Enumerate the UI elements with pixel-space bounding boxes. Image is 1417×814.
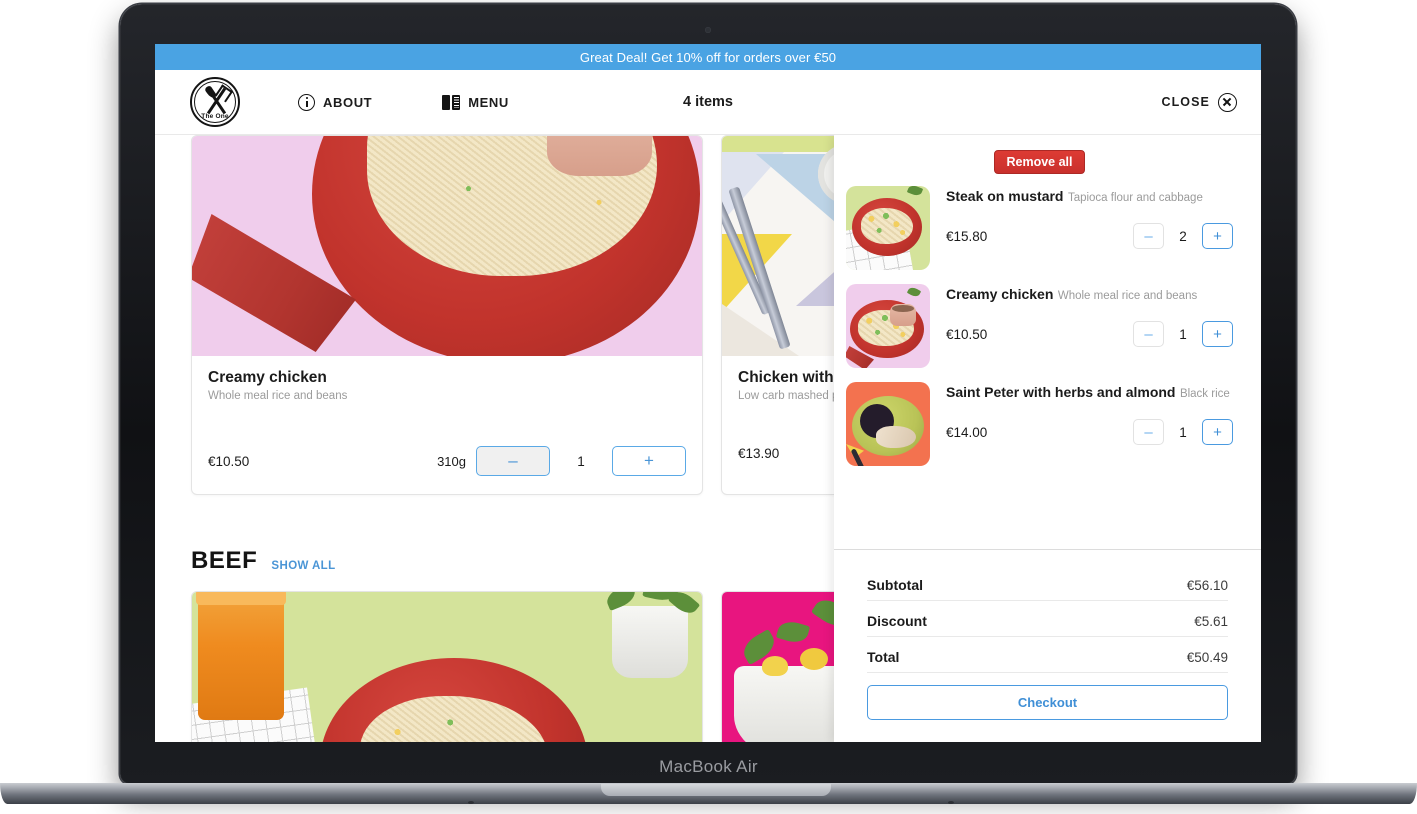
increase-quantity-button[interactable]: + [1202,321,1233,347]
cart-item-price: €14.00 [946,424,988,440]
dish-card[interactable] [191,591,703,742]
quantity-value: 1 [577,453,585,469]
dish-subtitle: Whole meal rice and beans [208,390,348,402]
cart-item-price: €15.80 [946,228,988,244]
browser-viewport: Great Deal! Get 10% off for orders over … [155,44,1261,742]
fish-shape [876,426,916,448]
quantity-value: 1 [1179,326,1187,342]
cart-item-stepper: – 1 + [1133,321,1233,347]
cart-item-stepper: – 2 + [1133,223,1233,249]
dish-price: €13.90 [738,446,780,461]
summary-row-total: Total €50.49 [867,649,1228,673]
cart-item-name: Saint Peter with herbs and almond [946,384,1176,400]
device-label: MacBook Air [659,757,758,776]
brand-logo-text: The One [201,113,229,120]
knife-icon [206,87,227,115]
cart-item[interactable]: Saint Peter with herbs and almond Black … [846,382,1233,466]
checkout-button[interactable]: Checkout [867,685,1228,720]
cart-item[interactable]: Creamy chicken Whole meal rice and beans… [846,284,1233,368]
promo-text: Great Deal! Get 10% off for orders over … [579,49,837,65]
brand-logo[interactable]: The One [190,77,240,127]
subtotal-label: Subtotal [867,577,923,593]
increase-quantity-button[interactable]: + [1202,419,1233,445]
total-value: €50.49 [1186,650,1228,665]
dish-title: Creamy chicken [208,369,327,386]
laptop-foot [948,801,954,804]
cart-item-description: Black rice [1179,388,1230,400]
dish-info: Creamy chicken Whole meal rice and beans [192,356,702,402]
cart-items-list[interactable]: Remove all Steak on mustard Tapioca flou… [834,135,1261,549]
fork-icon [206,87,227,115]
dish-card[interactable]: Creamy chicken Whole meal rice and beans… [191,135,703,495]
decrease-quantity-button[interactable]: – [1133,419,1164,445]
dish-photo-beef [192,592,702,742]
cart-summary: Subtotal €56.10 Discount €5.61 Total €50… [834,549,1261,742]
dish-footer: €10.50 310g – 1 + [192,446,702,494]
cart-item-price: €10.50 [946,326,988,342]
decrease-quantity-button[interactable]: – [476,446,550,476]
dish-weight: 310g [437,453,466,469]
quantity-value: 1 [1179,424,1187,440]
decrease-quantity-button[interactable]: – [1133,321,1164,347]
cart-item-name: Creamy chicken [946,286,1054,302]
discount-label: Discount [867,613,927,629]
dish-photo-creamy-chicken [192,136,702,356]
increase-quantity-button[interactable]: + [1202,223,1233,249]
cart-drawer: Remove all Steak on mustard Tapioca flou… [834,135,1261,742]
nav-item-about[interactable]: ABOUT [298,93,373,111]
show-all-link[interactable]: SHOW ALL [271,560,335,575]
subtotal-value: €56.10 [1186,578,1228,593]
nav-item-about-label: ABOUT [323,94,373,110]
flower-shape [800,648,828,670]
quantity-value: 2 [1179,228,1187,244]
laptop-foot [468,801,474,804]
increase-quantity-button[interactable]: + [612,446,686,476]
flower-shape [762,656,788,676]
juice-jar-shape [196,592,286,720]
top-navigation-bar: The One ABOUT MENU 4 items CLOSE [155,70,1261,135]
summary-row-subtotal: Subtotal €56.10 [867,577,1228,601]
category-title: BEEF [191,547,258,574]
webcam-icon [705,27,711,33]
bowl-shape [547,136,652,176]
cart-item-thumbnail [846,382,930,466]
plant-pot-shape [612,606,688,678]
nav-item-menu[interactable]: MENU [442,94,509,110]
cart-item-stepper: – 1 + [1133,419,1233,445]
decrease-quantity-button[interactable]: – [1133,223,1164,249]
close-cart-button[interactable]: CLOSE [1161,92,1237,112]
laptop-mockup: Great Deal! Get 10% off for orders over … [0,0,1417,814]
remove-all-button[interactable]: Remove all [994,150,1085,174]
total-label: Total [867,649,900,665]
cart-item-name: Steak on mustard [946,188,1064,204]
close-cart-label: CLOSE [1161,95,1210,109]
dish-price: €10.50 [208,453,250,469]
book-icon [442,94,461,110]
cart-item[interactable]: Steak on mustard Tapioca flour and cabba… [846,186,1233,270]
close-icon [1218,92,1237,112]
info-circle-icon [298,93,315,111]
cart-item-thumbnail [846,284,930,368]
discount-value: €5.61 [1194,614,1228,629]
cart-item-description: Whole meal rice and beans [1057,290,1198,302]
summary-row-discount: Discount €5.61 [867,613,1228,637]
cart-item-thumbnail [846,186,930,270]
nav-item-menu-label: MENU [468,94,509,110]
cart-item-description: Tapioca flour and cabbage [1067,192,1203,204]
laptop-base-notch [601,784,831,796]
app-body: Creamy chicken Whole meal rice and beans… [155,135,1261,742]
promo-banner: Great Deal! Get 10% off for orders over … [155,44,1261,70]
